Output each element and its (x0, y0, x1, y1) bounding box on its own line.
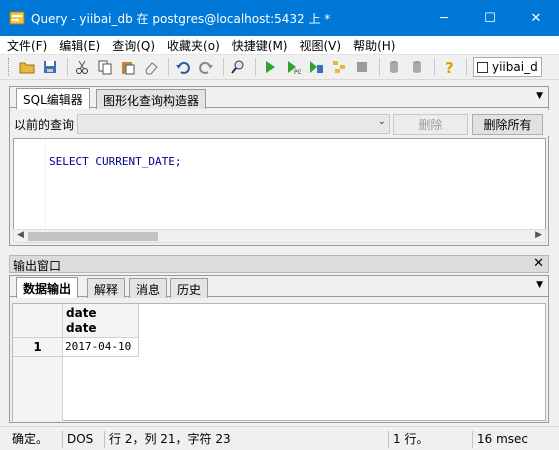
toolbar-separator (379, 58, 380, 76)
connection-checkbox[interactable] (477, 61, 488, 73)
sql-tab-row: SQL编辑器 图形化查询构造器 ▼ (10, 87, 548, 109)
tab-explain[interactable]: 解释 (87, 278, 126, 298)
close-icon[interactable]: ✕ (533, 256, 544, 271)
menu-file[interactable]: 文件(F) (7, 37, 47, 54)
connection-select[interactable]: yiibai_d (473, 57, 542, 77)
svg-text:PG: PG (294, 69, 301, 75)
menu-help[interactable]: 帮助(H) (353, 37, 395, 54)
previous-queries-label: 以前的查询 (14, 118, 75, 132)
tab-graphical-query-builder[interactable]: 图形化查询构造器 (96, 89, 207, 109)
window-title: Query - yiibai_db 在 postgres@localhost:5… (31, 11, 331, 26)
copy-icon[interactable] (95, 57, 115, 77)
paste-icon[interactable] (118, 57, 138, 77)
editor-gutter (14, 139, 46, 229)
svg-text:?: ? (445, 59, 454, 75)
tab-data-output[interactable]: 数据输出 (16, 277, 79, 298)
sql-code[interactable]: SELECT CURRENT_DATE; (49, 155, 181, 168)
output-tab-row: 数据输出 解释 消息 历史 ▼ (10, 276, 548, 298)
save-icon[interactable] (40, 57, 60, 77)
menu-bar: 文件(F) 编辑(E) 查询(Q) 收藏夹(o) 快捷键(M) 视图(V) 帮助… (0, 36, 559, 54)
status-row-count: 1 行。 (388, 431, 468, 448)
status-line-format: DOS (62, 431, 102, 448)
scrollbar-thumb[interactable] (28, 232, 158, 241)
menu-query[interactable]: 查询(Q) (112, 37, 155, 54)
undo-icon[interactable] (173, 57, 193, 77)
tab-messages[interactable]: 消息 (129, 278, 168, 298)
open-folder-icon[interactable] (17, 57, 37, 77)
cut-icon[interactable] (72, 57, 92, 77)
output-window-header: 输出窗口 ✕ (9, 255, 549, 273)
pgadmin-query-icon (9, 11, 25, 25)
menu-view[interactable]: 视图(V) (299, 37, 341, 54)
redo-icon[interactable] (196, 57, 216, 77)
toolbar-separator (255, 58, 256, 76)
minimize-button[interactable]: ─ (421, 0, 467, 36)
stop-icon[interactable] (352, 57, 372, 77)
sql-panel: SQL编辑器 图形化查询构造器 ▼ 以前的查询 ⌄ 删除 删除所有 SELECT… (9, 86, 550, 246)
row-number[interactable]: 1 (13, 338, 63, 357)
delete-all-button[interactable]: 删除所有 (472, 114, 543, 135)
status-state: 确定。 (12, 432, 49, 446)
find-icon[interactable] (228, 57, 248, 77)
scroll-right-icon[interactable]: ▶ (535, 230, 542, 240)
commit-icon[interactable] (384, 57, 404, 77)
sql-editor[interactable]: SELECT CURRENT_DATE; (13, 138, 546, 230)
toolbar-separator (434, 58, 435, 76)
toolbar-grip[interactable] (8, 58, 11, 76)
column-type: date (66, 321, 97, 335)
status-bar: 确定。 DOS 行 2，列 21，字符 23 1 行。 16 msec (0, 426, 559, 450)
toolbar-separator (466, 58, 467, 76)
execute-to-file-icon[interactable] (306, 57, 326, 77)
execute-pgscript-icon[interactable]: PG (283, 57, 303, 77)
editor-horizontal-scrollbar[interactable]: ◀ ▶ (13, 229, 546, 243)
output-window-title: 输出窗口 (13, 259, 62, 273)
menu-edit[interactable]: 编辑(E) (59, 37, 100, 54)
status-cursor-position: 行 2，列 21，字符 23 (104, 431, 384, 448)
connection-label: yiibai_d (492, 60, 538, 74)
output-panel: 数据输出 解释 消息 历史 ▼ date date 1 2017-04-10 (9, 275, 549, 423)
rollback-icon[interactable] (407, 57, 427, 77)
eraser-icon[interactable] (141, 57, 161, 77)
toolbar: PG ? yiibai_d (0, 54, 559, 80)
tab-menu-arrow-icon[interactable]: ▼ (536, 280, 543, 290)
toolbar-separator (168, 58, 169, 76)
column-name: date (66, 306, 97, 320)
status-exec-time: 16 msec (472, 431, 552, 448)
close-button[interactable]: ✕ (513, 0, 559, 36)
menu-macros[interactable]: 快捷键(M) (232, 37, 288, 54)
tab-sql-editor[interactable]: SQL编辑器 (16, 88, 90, 109)
row-header-strip (13, 357, 63, 421)
previous-queries-select[interactable]: ⌄ (77, 114, 390, 134)
toolbar-separator (223, 58, 224, 76)
delete-button[interactable]: 删除 (393, 114, 468, 135)
table-cell[interactable]: 2017-04-10 (63, 338, 139, 357)
execute-icon[interactable] (260, 57, 280, 77)
grid-corner[interactable] (13, 304, 63, 338)
menu-favourites[interactable]: 收藏夹(o) (167, 37, 220, 54)
tab-menu-arrow-icon[interactable]: ▼ (536, 91, 543, 101)
help-icon[interactable]: ? (439, 57, 459, 77)
result-grid[interactable]: date date 1 2017-04-10 (12, 303, 546, 421)
chevron-down-icon[interactable]: ⌄ (378, 116, 386, 127)
title-bar: Query - yiibai_db 在 postgres@localhost:5… (0, 0, 559, 36)
maximize-button[interactable]: ☐ (467, 0, 513, 36)
column-header-date[interactable]: date date (63, 304, 139, 338)
scroll-left-icon[interactable]: ◀ (17, 230, 24, 240)
explain-icon[interactable] (329, 57, 349, 77)
previous-queries-row: 以前的查询 ⌄ 删除 删除所有 (10, 110, 550, 136)
toolbar-separator (67, 58, 68, 76)
tab-history[interactable]: 历史 (170, 278, 209, 298)
